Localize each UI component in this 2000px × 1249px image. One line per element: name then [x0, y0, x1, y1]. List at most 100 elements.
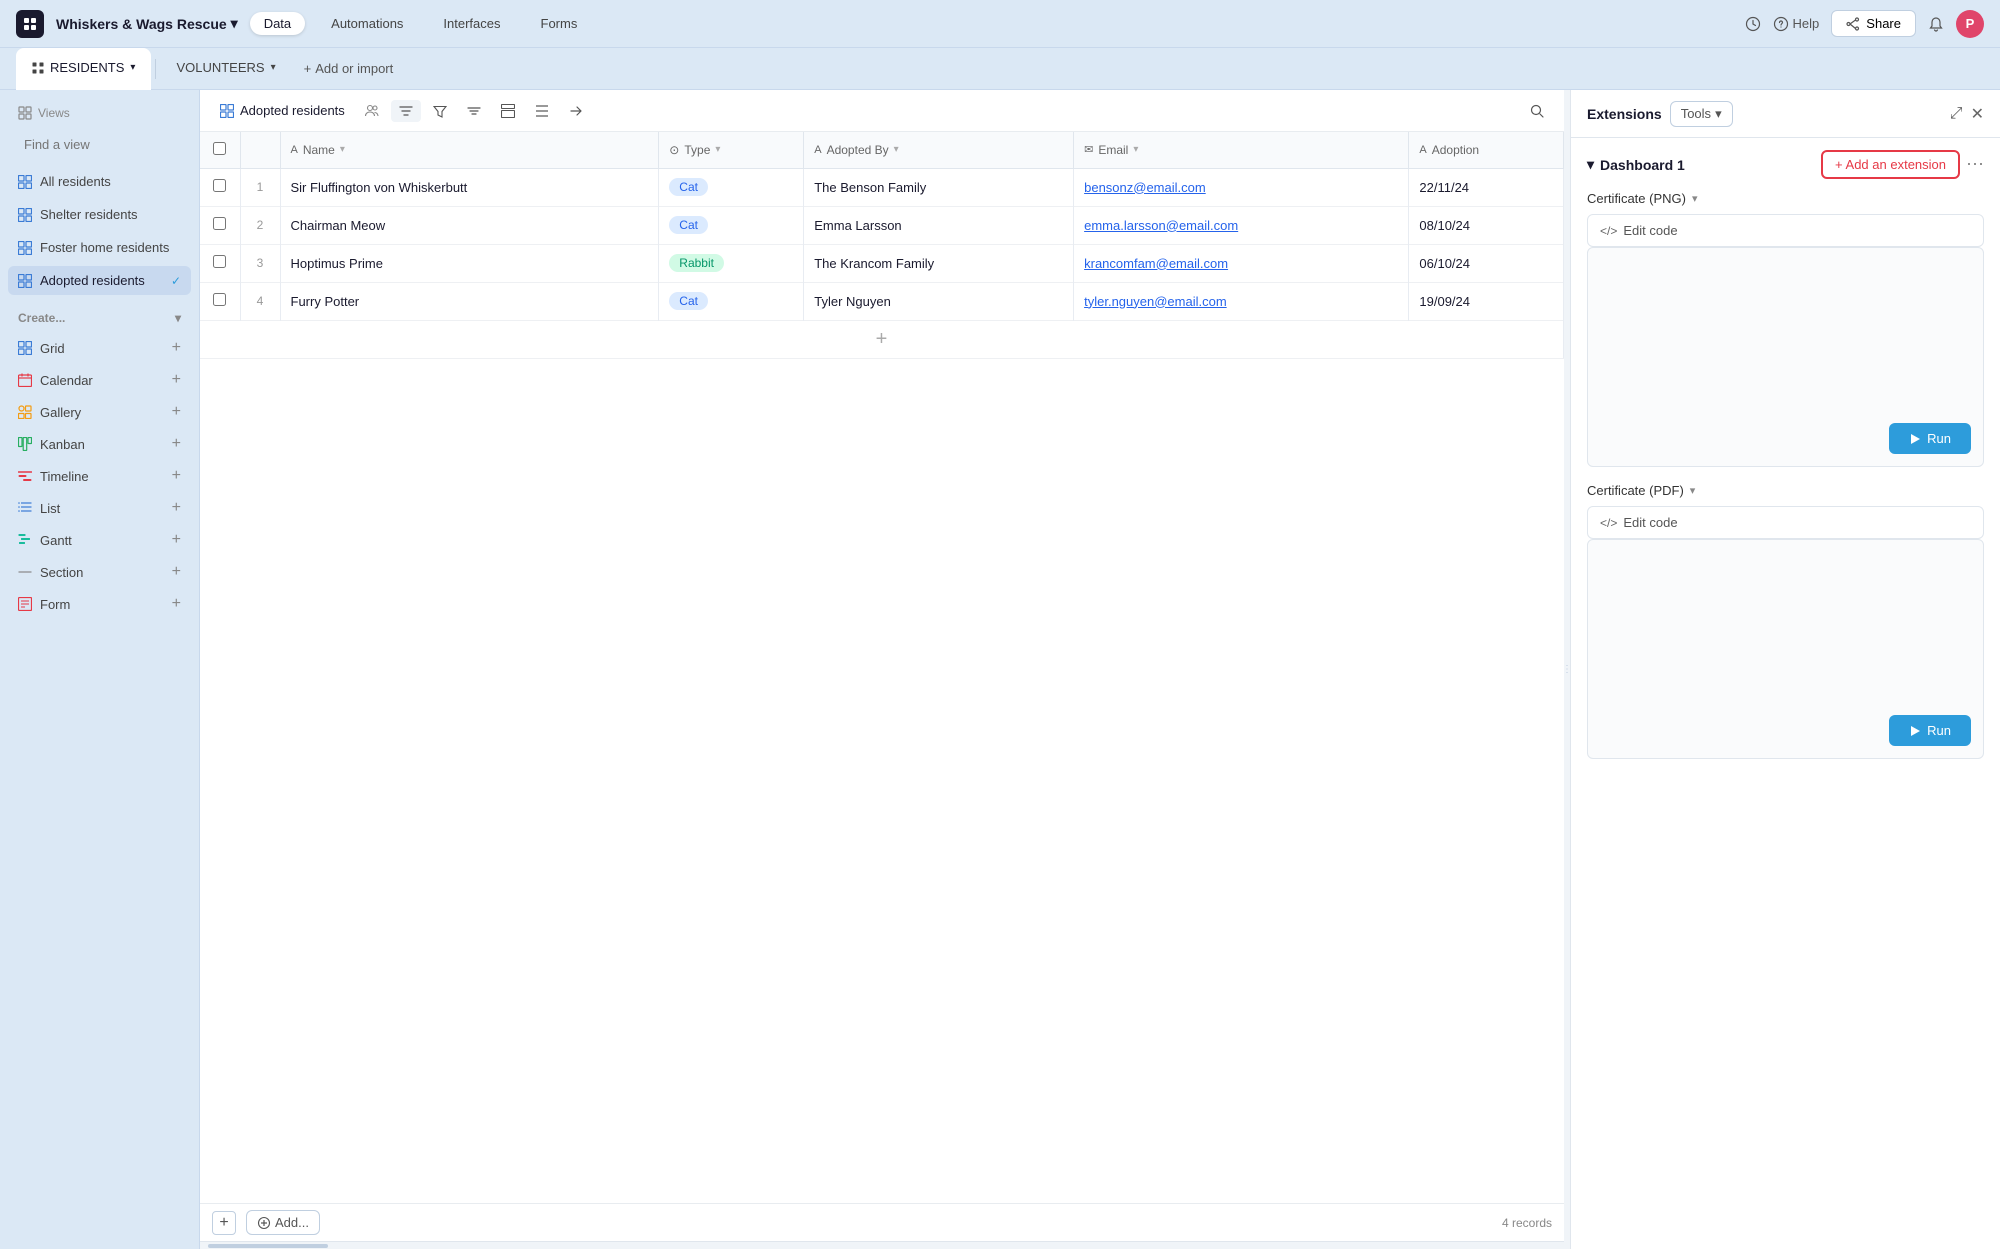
sidebar-item-foster-residents[interactable]: Foster home residents: [8, 233, 191, 262]
col-name[interactable]: A Name ▾: [280, 132, 659, 168]
collaborators-btn[interactable]: [357, 100, 387, 122]
row-checkbox[interactable]: [213, 179, 226, 192]
row-height-btn[interactable]: [527, 100, 557, 122]
tab-volunteers[interactable]: VOLUNTEERS ▾: [160, 48, 291, 90]
cert-pdf-edit-code-btn[interactable]: </> Edit code: [1587, 506, 1984, 539]
row-email[interactable]: emma.larsson@email.com: [1074, 206, 1409, 244]
row-email[interactable]: krancomfam@email.com: [1074, 244, 1409, 282]
list-plus-icon[interactable]: +: [172, 499, 181, 517]
dashboard-more-btn[interactable]: ⋯: [1966, 154, 1984, 175]
add-more-btn[interactable]: Add...: [246, 1210, 320, 1235]
sidebar-search[interactable]: ⚙: [8, 130, 191, 159]
cert-png-edit-code-btn[interactable]: </> Edit code: [1587, 214, 1984, 247]
type-col-chevron[interactable]: ▾: [715, 144, 720, 155]
row-num: 1: [240, 168, 280, 206]
adopted-col-chevron[interactable]: ▾: [894, 144, 899, 155]
col-adopted-by[interactable]: A Adopted By ▾: [804, 132, 1074, 168]
find-view-input[interactable]: [24, 137, 200, 152]
create-grid-btn[interactable]: Grid +: [8, 333, 191, 363]
gantt-plus-icon[interactable]: +: [172, 531, 181, 549]
col-row-num: [240, 132, 280, 168]
row-name[interactable]: Furry Potter: [280, 282, 659, 320]
name-col-chevron[interactable]: ▾: [340, 144, 345, 155]
row-checkbox-cell[interactable]: [200, 206, 240, 244]
cert-pdf-run-btn[interactable]: Run: [1889, 715, 1971, 746]
add-record-btn[interactable]: +: [212, 1211, 236, 1235]
notifications-btn[interactable]: [1928, 16, 1944, 32]
app-name[interactable]: Whiskers & Wags Rescue ▾: [56, 15, 238, 32]
scroll-indicator[interactable]: [200, 1241, 1564, 1249]
col-adoption[interactable]: A Adoption: [1409, 132, 1564, 168]
row-email[interactable]: tyler.nguyen@email.com: [1074, 282, 1409, 320]
search-btn[interactable]: [1522, 100, 1552, 122]
create-gantt-btn[interactable]: Gantt +: [8, 525, 191, 555]
help-btn[interactable]: Help: [1773, 16, 1820, 32]
create-list-btn[interactable]: List +: [8, 493, 191, 523]
cert-png-run-btn[interactable]: Run: [1889, 423, 1971, 454]
add-label: Add...: [275, 1215, 309, 1230]
panel-close-btn[interactable]: ✕: [1971, 104, 1984, 124]
create-form-btn[interactable]: Form +: [8, 589, 191, 619]
row-email[interactable]: bensonz@email.com: [1074, 168, 1409, 206]
sidebar-item-shelter-residents[interactable]: Shelter residents: [8, 200, 191, 229]
row-checkbox-cell[interactable]: [200, 168, 240, 206]
col-type[interactable]: ⊙ Type ▾: [659, 132, 804, 168]
nav-data-btn[interactable]: Data: [250, 12, 305, 35]
create-timeline-btn[interactable]: Timeline +: [8, 461, 191, 491]
row-name[interactable]: Chairman Meow: [280, 206, 659, 244]
tab-residents[interactable]: RESIDENTS ▾: [16, 48, 151, 90]
panel-scroll[interactable]: ▾ Dashboard 1 + Add an extension ⋯ Certi…: [1571, 138, 2000, 1249]
row-checkbox[interactable]: [213, 255, 226, 268]
row-checkbox-cell[interactable]: [200, 244, 240, 282]
sidebar-item-adopted-residents[interactable]: Adopted residents ✓: [8, 266, 191, 295]
row-adopted-by: Emma Larsson: [804, 206, 1074, 244]
col-checkbox[interactable]: [200, 132, 240, 168]
row-checkbox[interactable]: [213, 293, 226, 306]
row-checkbox[interactable]: [213, 217, 226, 230]
grid-plus-icon[interactable]: +: [172, 339, 181, 357]
nav-interfaces-btn[interactable]: Interfaces: [429, 12, 514, 35]
create-kanban-btn[interactable]: Kanban +: [8, 429, 191, 459]
cert-png-expand-icon[interactable]: ▾: [1692, 192, 1698, 205]
select-all-checkbox[interactable]: [213, 142, 226, 155]
view-name-btn[interactable]: Adopted residents: [212, 99, 353, 122]
panel-expand-btn[interactable]: ⤢: [1950, 105, 1963, 123]
row-name[interactable]: Hoptimus Prime: [280, 244, 659, 282]
add-extension-btn[interactable]: + Add an extension: [1821, 150, 1960, 179]
email-col-chevron[interactable]: ▾: [1133, 144, 1138, 155]
kanban-plus-icon[interactable]: +: [172, 435, 181, 453]
nav-automations-btn[interactable]: Automations: [317, 12, 417, 35]
row-name[interactable]: Sir Fluffington von Whiskerbutt: [280, 168, 659, 206]
table-footer: + Add... 4 records: [200, 1203, 1564, 1241]
hide-fields-btn[interactable]: [391, 100, 421, 122]
scroll-thumb[interactable]: [208, 1244, 328, 1248]
form-plus-icon[interactable]: +: [172, 595, 181, 613]
group-btn[interactable]: [493, 100, 523, 122]
sidebar-item-all-residents[interactable]: All residents: [8, 167, 191, 196]
section-plus-icon[interactable]: +: [172, 563, 181, 581]
certificate-png-block: Certificate (PNG) ▾ </> Edit code Run: [1587, 191, 1984, 467]
cert-pdf-expand-icon[interactable]: ▾: [1690, 484, 1696, 497]
share-view-btn[interactable]: [561, 100, 591, 122]
col-email[interactable]: ✉ Email ▾: [1074, 132, 1409, 168]
main-layout: Views ⚙ All residents Shelter residents …: [0, 90, 2000, 1249]
nav-forms-btn[interactable]: Forms: [527, 12, 592, 35]
timeline-plus-icon[interactable]: +: [172, 467, 181, 485]
row-checkbox-cell[interactable]: [200, 282, 240, 320]
add-import-btn[interactable]: + Add or import: [292, 48, 406, 90]
tools-btn[interactable]: Tools ▾: [1670, 101, 1733, 127]
create-section-btn[interactable]: Section +: [8, 557, 191, 587]
table-row: 1 Sir Fluffington von Whiskerbutt Cat Th…: [200, 168, 1564, 206]
dashboard-collapse-icon[interactable]: ▾: [1587, 156, 1594, 173]
sort-btn[interactable]: [459, 100, 489, 122]
create-gallery-btn[interactable]: Gallery +: [8, 397, 191, 427]
calendar-plus-icon[interactable]: +: [172, 371, 181, 389]
filter-btn[interactable]: [425, 100, 455, 122]
add-row[interactable]: +: [200, 320, 1564, 358]
panel-header: Extensions Tools ▾ ⤢ ✕: [1571, 90, 2000, 138]
gallery-plus-icon[interactable]: +: [172, 403, 181, 421]
table-row: 4 Furry Potter Cat Tyler Nguyen tyler.ng…: [200, 282, 1564, 320]
history-btn[interactable]: [1745, 16, 1761, 32]
share-btn[interactable]: Share: [1831, 10, 1916, 37]
create-calendar-btn[interactable]: Calendar +: [8, 365, 191, 395]
